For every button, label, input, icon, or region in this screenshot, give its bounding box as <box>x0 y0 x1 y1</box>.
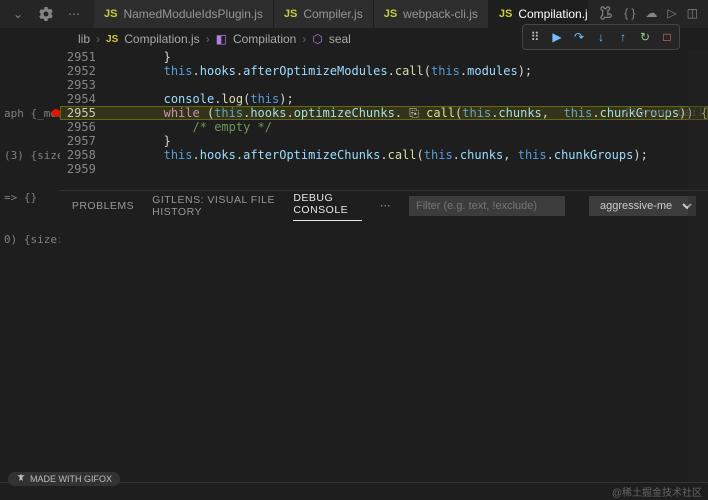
bottom-panel: Problems GitLens: Visual File History De… <box>60 190 708 482</box>
code[interactable]: Florent Cail } this.hooks.afterOptimizeM… <box>106 50 708 190</box>
code-editor[interactable]: 2951 2952 2953 2954 2955 2956 2957 2958 … <box>60 50 708 190</box>
code-line[interactable]: /* empty */ <box>106 120 708 134</box>
debug-toolbar[interactable]: ⠿ ▶ ↷ ↓ ↑ ↻ □ <box>522 24 680 50</box>
line-number[interactable]: 2954 <box>60 92 96 106</box>
tab-compiler[interactable]: JS Compiler.js <box>274 0 374 28</box>
code-line[interactable]: console.log(this); <box>106 92 708 106</box>
panel-tab-debug-console[interactable]: Debug Console <box>293 192 362 221</box>
method-icon: ⬡ <box>312 32 322 46</box>
side-line: 0) {size: 0} <box>4 232 56 248</box>
breadcrumb-seg[interactable]: Compilation.js <box>124 32 199 46</box>
js-file-icon: JS <box>104 8 117 20</box>
side-line: aph {_module… <box>4 106 56 122</box>
chevron-down-icon[interactable]: ⌄ <box>10 6 26 22</box>
more-icon[interactable]: ⋯ <box>380 200 391 212</box>
tab-label: NamedModuleIdsPlugin.js <box>123 7 262 21</box>
main: aph {_module… (3) {size: 3… => {} 0) {si… <box>0 50 708 482</box>
restart-icon[interactable]: ↻ <box>635 27 655 47</box>
side-panel-preview: aph {_module… (3) {size: 3… => {} 0) {si… <box>0 50 60 482</box>
panel-tabs: Problems GitLens: Visual File History De… <box>60 191 708 221</box>
tab-webpack-cli[interactable]: JS webpack-cli.js <box>374 0 489 28</box>
breakpoint-icon[interactable] <box>52 109 60 117</box>
title-bar-right: { } ☁ ▷ ◫ <box>594 6 704 23</box>
editor-tabs: JS NamedModuleIdsPlugin.js JS Compiler.j… <box>94 0 588 28</box>
run-icon[interactable]: ▷ <box>667 6 676 23</box>
line-number[interactable]: 2953 <box>60 78 96 92</box>
breadcrumb[interactable]: lib › JS Compilation.js › ◧ Compilation … <box>0 28 708 50</box>
drag-icon[interactable]: ⠿ <box>525 27 545 47</box>
debug-session-select[interactable]: aggressive-me <box>589 196 696 216</box>
line-number[interactable]: 2952 <box>60 64 96 78</box>
js-file-icon: JS <box>284 8 297 20</box>
code-line[interactable] <box>106 78 708 92</box>
editor-area: 2951 2952 2953 2954 2955 2956 2957 2958 … <box>60 50 708 482</box>
step-over-icon[interactable]: ↷ <box>569 27 589 47</box>
code-line[interactable]: while (this.hooks.optimizeChunks. ⎘ call… <box>106 106 708 120</box>
code-line[interactable] <box>106 162 708 176</box>
line-number[interactable]: 2957 <box>60 134 96 148</box>
continue-icon[interactable]: ▶ <box>547 27 567 47</box>
gutter[interactable]: 2951 2952 2953 2954 2955 2956 2957 2958 … <box>60 50 106 190</box>
watermark: @稀土掘金技术社区 <box>612 484 702 499</box>
breadcrumb-seg[interactable]: seal <box>329 32 351 46</box>
made-with-badge[interactable]: MADE WITH GIFOX <box>8 472 120 486</box>
js-file-icon: JS <box>499 8 512 20</box>
code-line[interactable]: } <box>106 50 708 64</box>
code-line[interactable]: this.hooks.afterOptimizeChunks.call(this… <box>106 148 708 162</box>
title-bar-left: ⌄ ⋯ <box>4 6 88 22</box>
split-icon[interactable]: ◫ <box>687 6 698 23</box>
more-icon[interactable]: ⋯ <box>66 6 82 22</box>
class-icon: ◧ <box>216 32 227 46</box>
gear-icon[interactable] <box>38 6 54 22</box>
line-number[interactable]: 2959 <box>60 162 96 176</box>
minimap[interactable] <box>688 50 708 482</box>
line-number[interactable]: 2958 <box>60 148 96 162</box>
breadcrumb-seg[interactable]: Compilation <box>233 32 296 46</box>
side-line: => {} <box>4 190 56 206</box>
cloud-icon[interactable]: ☁ <box>645 6 657 23</box>
tab-label: Compilation.js <box>518 7 588 21</box>
compare-changes-icon[interactable] <box>600 6 614 23</box>
step-out-icon[interactable]: ↑ <box>613 27 633 47</box>
side-line: (3) {size: 3… <box>4 148 56 164</box>
panel-tab-problems[interactable]: Problems <box>72 200 134 212</box>
line-number[interactable]: 2951 <box>60 50 96 64</box>
chevron-right-icon: › <box>302 32 306 46</box>
code-line[interactable]: this.hooks.afterOptimizeModules.call(thi… <box>106 64 708 78</box>
stop-icon[interactable]: □ <box>657 27 677 47</box>
line-number[interactable]: 2956 <box>60 120 96 134</box>
braces-icon[interactable]: { } <box>624 6 635 23</box>
breadcrumb-seg[interactable]: lib <box>78 32 90 46</box>
tab-label: Compiler.js <box>303 7 362 21</box>
panel-tab-gitlens[interactable]: GitLens: Visual File History <box>152 194 275 218</box>
line-number[interactable]: 2955 <box>60 106 96 120</box>
tab-label: webpack-cli.js <box>403 7 478 21</box>
line-number[interactable] <box>60 176 96 190</box>
chevron-right-icon: › <box>206 32 210 46</box>
code-line[interactable]: } <box>106 134 708 148</box>
tab-namedmoduleids[interactable]: JS NamedModuleIdsPlugin.js <box>94 0 274 28</box>
debug-filter-input[interactable] <box>409 196 565 216</box>
js-file-icon: JS <box>106 34 118 45</box>
step-into-icon[interactable]: ↓ <box>591 27 611 47</box>
js-file-icon: JS <box>384 8 397 20</box>
gifox-icon <box>16 474 26 484</box>
chevron-right-icon: › <box>96 32 100 46</box>
